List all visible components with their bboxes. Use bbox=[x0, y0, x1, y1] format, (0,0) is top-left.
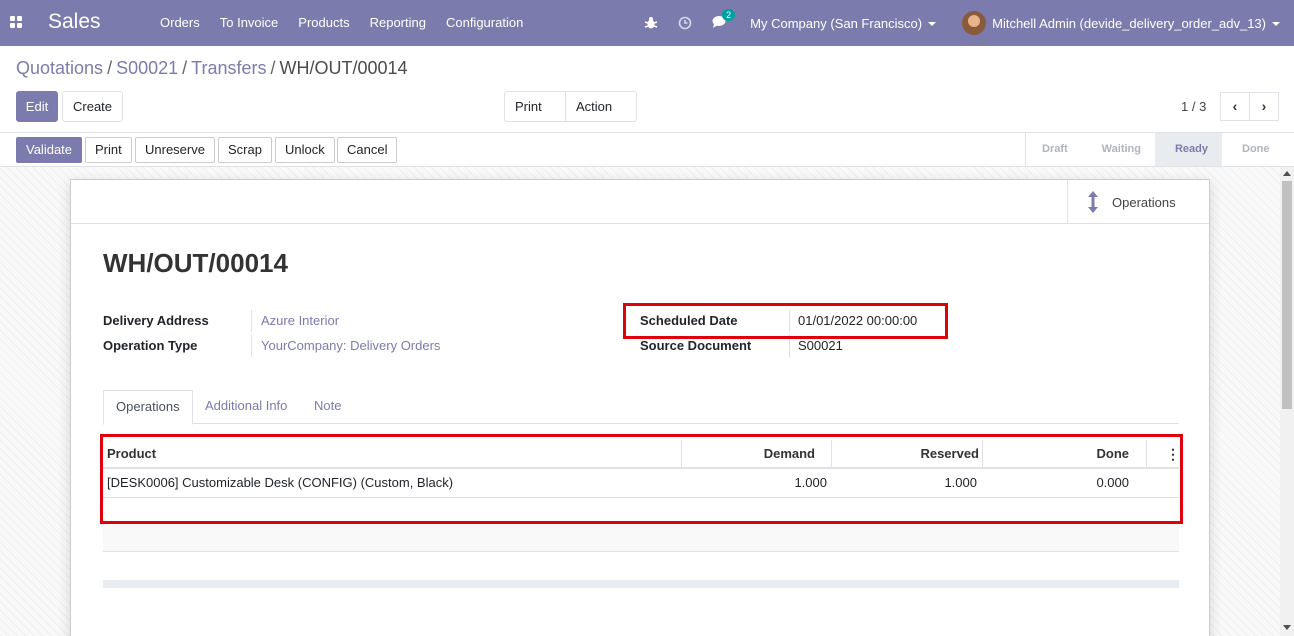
menu-item-configuration[interactable]: Configuration bbox=[436, 0, 533, 46]
operations-stat-label: Operations bbox=[1112, 194, 1176, 210]
tab-note[interactable]: Note bbox=[302, 390, 353, 424]
stage-ready: Ready bbox=[1154, 133, 1223, 166]
breadcrumb-separator: / bbox=[270, 58, 276, 78]
empty-row bbox=[103, 524, 1179, 552]
chevron-left-icon: ‹ bbox=[1232, 98, 1238, 114]
print-dropdown[interactable]: Print bbox=[504, 91, 566, 139]
source-document-label: Source Document bbox=[640, 338, 752, 353]
breadcrumb: Quotations / S00021/Transfers / WH/OUT/00014 bbox=[16, 58, 408, 79]
print-button[interactable]: Print bbox=[85, 137, 132, 163]
record-title: WH/OUT/00014 bbox=[103, 248, 288, 278]
menu-item-orders[interactable]: Orders bbox=[150, 0, 210, 46]
main-menu: Orders To Invoice Products Reporting Con… bbox=[150, 0, 533, 46]
scheduled-date-highlight bbox=[623, 303, 948, 339]
pager-next-button[interactable]: › bbox=[1249, 92, 1279, 121]
scrollbar-thumb[interactable] bbox=[1282, 181, 1292, 409]
edit-button[interactable]: Edit bbox=[16, 91, 58, 122]
breadcrumb-transfers[interactable]: Transfers bbox=[191, 58, 266, 78]
stage-draft: Draft bbox=[1042, 143, 1068, 155]
table-highlight bbox=[100, 434, 1183, 524]
tab-operations[interactable]: Operations bbox=[103, 390, 193, 425]
company-name: My Company (San Francisco) bbox=[750, 15, 923, 31]
menu-item-to-invoice[interactable]: To Invoice bbox=[210, 0, 289, 46]
breadcrumb-sale-order[interactable]: S00021 bbox=[116, 58, 178, 78]
tab-additional-info[interactable]: Additional Info bbox=[193, 390, 299, 424]
avatar[interactable] bbox=[962, 11, 987, 35]
scroll-up-arrow-icon[interactable] bbox=[1283, 171, 1291, 176]
unlock-button[interactable]: Unlock bbox=[275, 137, 335, 163]
unreserve-button[interactable]: Unreserve bbox=[135, 137, 215, 163]
chat-badge: 2 bbox=[722, 8, 736, 21]
create-button[interactable]: Create bbox=[62, 91, 124, 122]
scroll-down-arrow-icon[interactable] bbox=[1283, 625, 1291, 630]
print-dropdown-label: Print bbox=[515, 99, 542, 114]
chat-button[interactable]: 2 bbox=[712, 8, 736, 32]
delivery-address-label: Delivery Address bbox=[103, 313, 209, 328]
menu-item-reporting[interactable]: Reporting bbox=[360, 0, 436, 46]
user-menu[interactable]: Mitchell Admin (devide_delivery_order_ad… bbox=[992, 16, 1280, 31]
field-separator bbox=[251, 335, 252, 357]
apps-menu-icon[interactable] bbox=[10, 16, 22, 28]
breadcrumb-current: WH/OUT/00014 bbox=[279, 58, 408, 78]
breadcrumb-separator: / bbox=[182, 58, 188, 78]
caret-down-icon bbox=[928, 22, 937, 27]
clock-icon[interactable] bbox=[678, 16, 692, 30]
source-document-value: S00021 bbox=[798, 338, 843, 353]
bug-icon[interactable] bbox=[644, 16, 658, 30]
form-sheet: Operations WH/OUT/00014 Delivery Address… bbox=[70, 179, 1210, 636]
table-footer bbox=[103, 580, 1179, 588]
pager-previous-button[interactable]: ‹ bbox=[1220, 92, 1250, 121]
cancel-button[interactable]: Cancel bbox=[337, 137, 398, 163]
scrap-button[interactable]: Scrap bbox=[218, 137, 272, 163]
action-dropdown-label: Action bbox=[576, 99, 613, 114]
notebook-tabs: Operations Additional Info Note bbox=[103, 390, 1179, 425]
operation-type-value[interactable]: YourCompany: Delivery Orders bbox=[261, 338, 440, 353]
arrows-v-icon bbox=[1088, 191, 1098, 213]
company-switcher[interactable]: My Company (San Francisco) bbox=[750, 15, 937, 31]
button-box: Operations bbox=[71, 180, 1209, 224]
systray: 2 My Company (San Francisco) Mitchell Ad… bbox=[644, 0, 1294, 46]
operation-type-label: Operation Type bbox=[103, 338, 198, 353]
action-dropdown[interactable]: Action bbox=[565, 91, 637, 139]
breadcrumb-separator: / bbox=[107, 58, 113, 78]
delivery-address-value[interactable]: Azure Interior bbox=[261, 313, 339, 328]
breadcrumb-quotations[interactable]: Quotations bbox=[16, 58, 103, 78]
pager-value[interactable]: 1 / 3 bbox=[1181, 99, 1206, 114]
stage-waiting: Waiting bbox=[1101, 143, 1141, 155]
chevron-right-icon: › bbox=[1261, 98, 1267, 114]
menu-item-products[interactable]: Products bbox=[288, 0, 359, 46]
app-name[interactable]: Sales bbox=[48, 10, 101, 34]
vertical-scrollbar[interactable] bbox=[1280, 167, 1294, 636]
caret-down-icon bbox=[1272, 22, 1280, 27]
stage-done: Done bbox=[1242, 143, 1270, 155]
stage-pipeline: Draft Waiting Ready Done bbox=[1025, 133, 1284, 166]
validate-button[interactable]: Validate bbox=[16, 137, 83, 163]
operations-stat-button[interactable]: Operations bbox=[1067, 180, 1209, 224]
field-separator bbox=[251, 310, 252, 332]
top-navbar: Sales Orders To Invoice Products Reporti… bbox=[0, 0, 1294, 46]
user-name: Mitchell Admin (devide_delivery_order_ad… bbox=[992, 15, 1266, 31]
